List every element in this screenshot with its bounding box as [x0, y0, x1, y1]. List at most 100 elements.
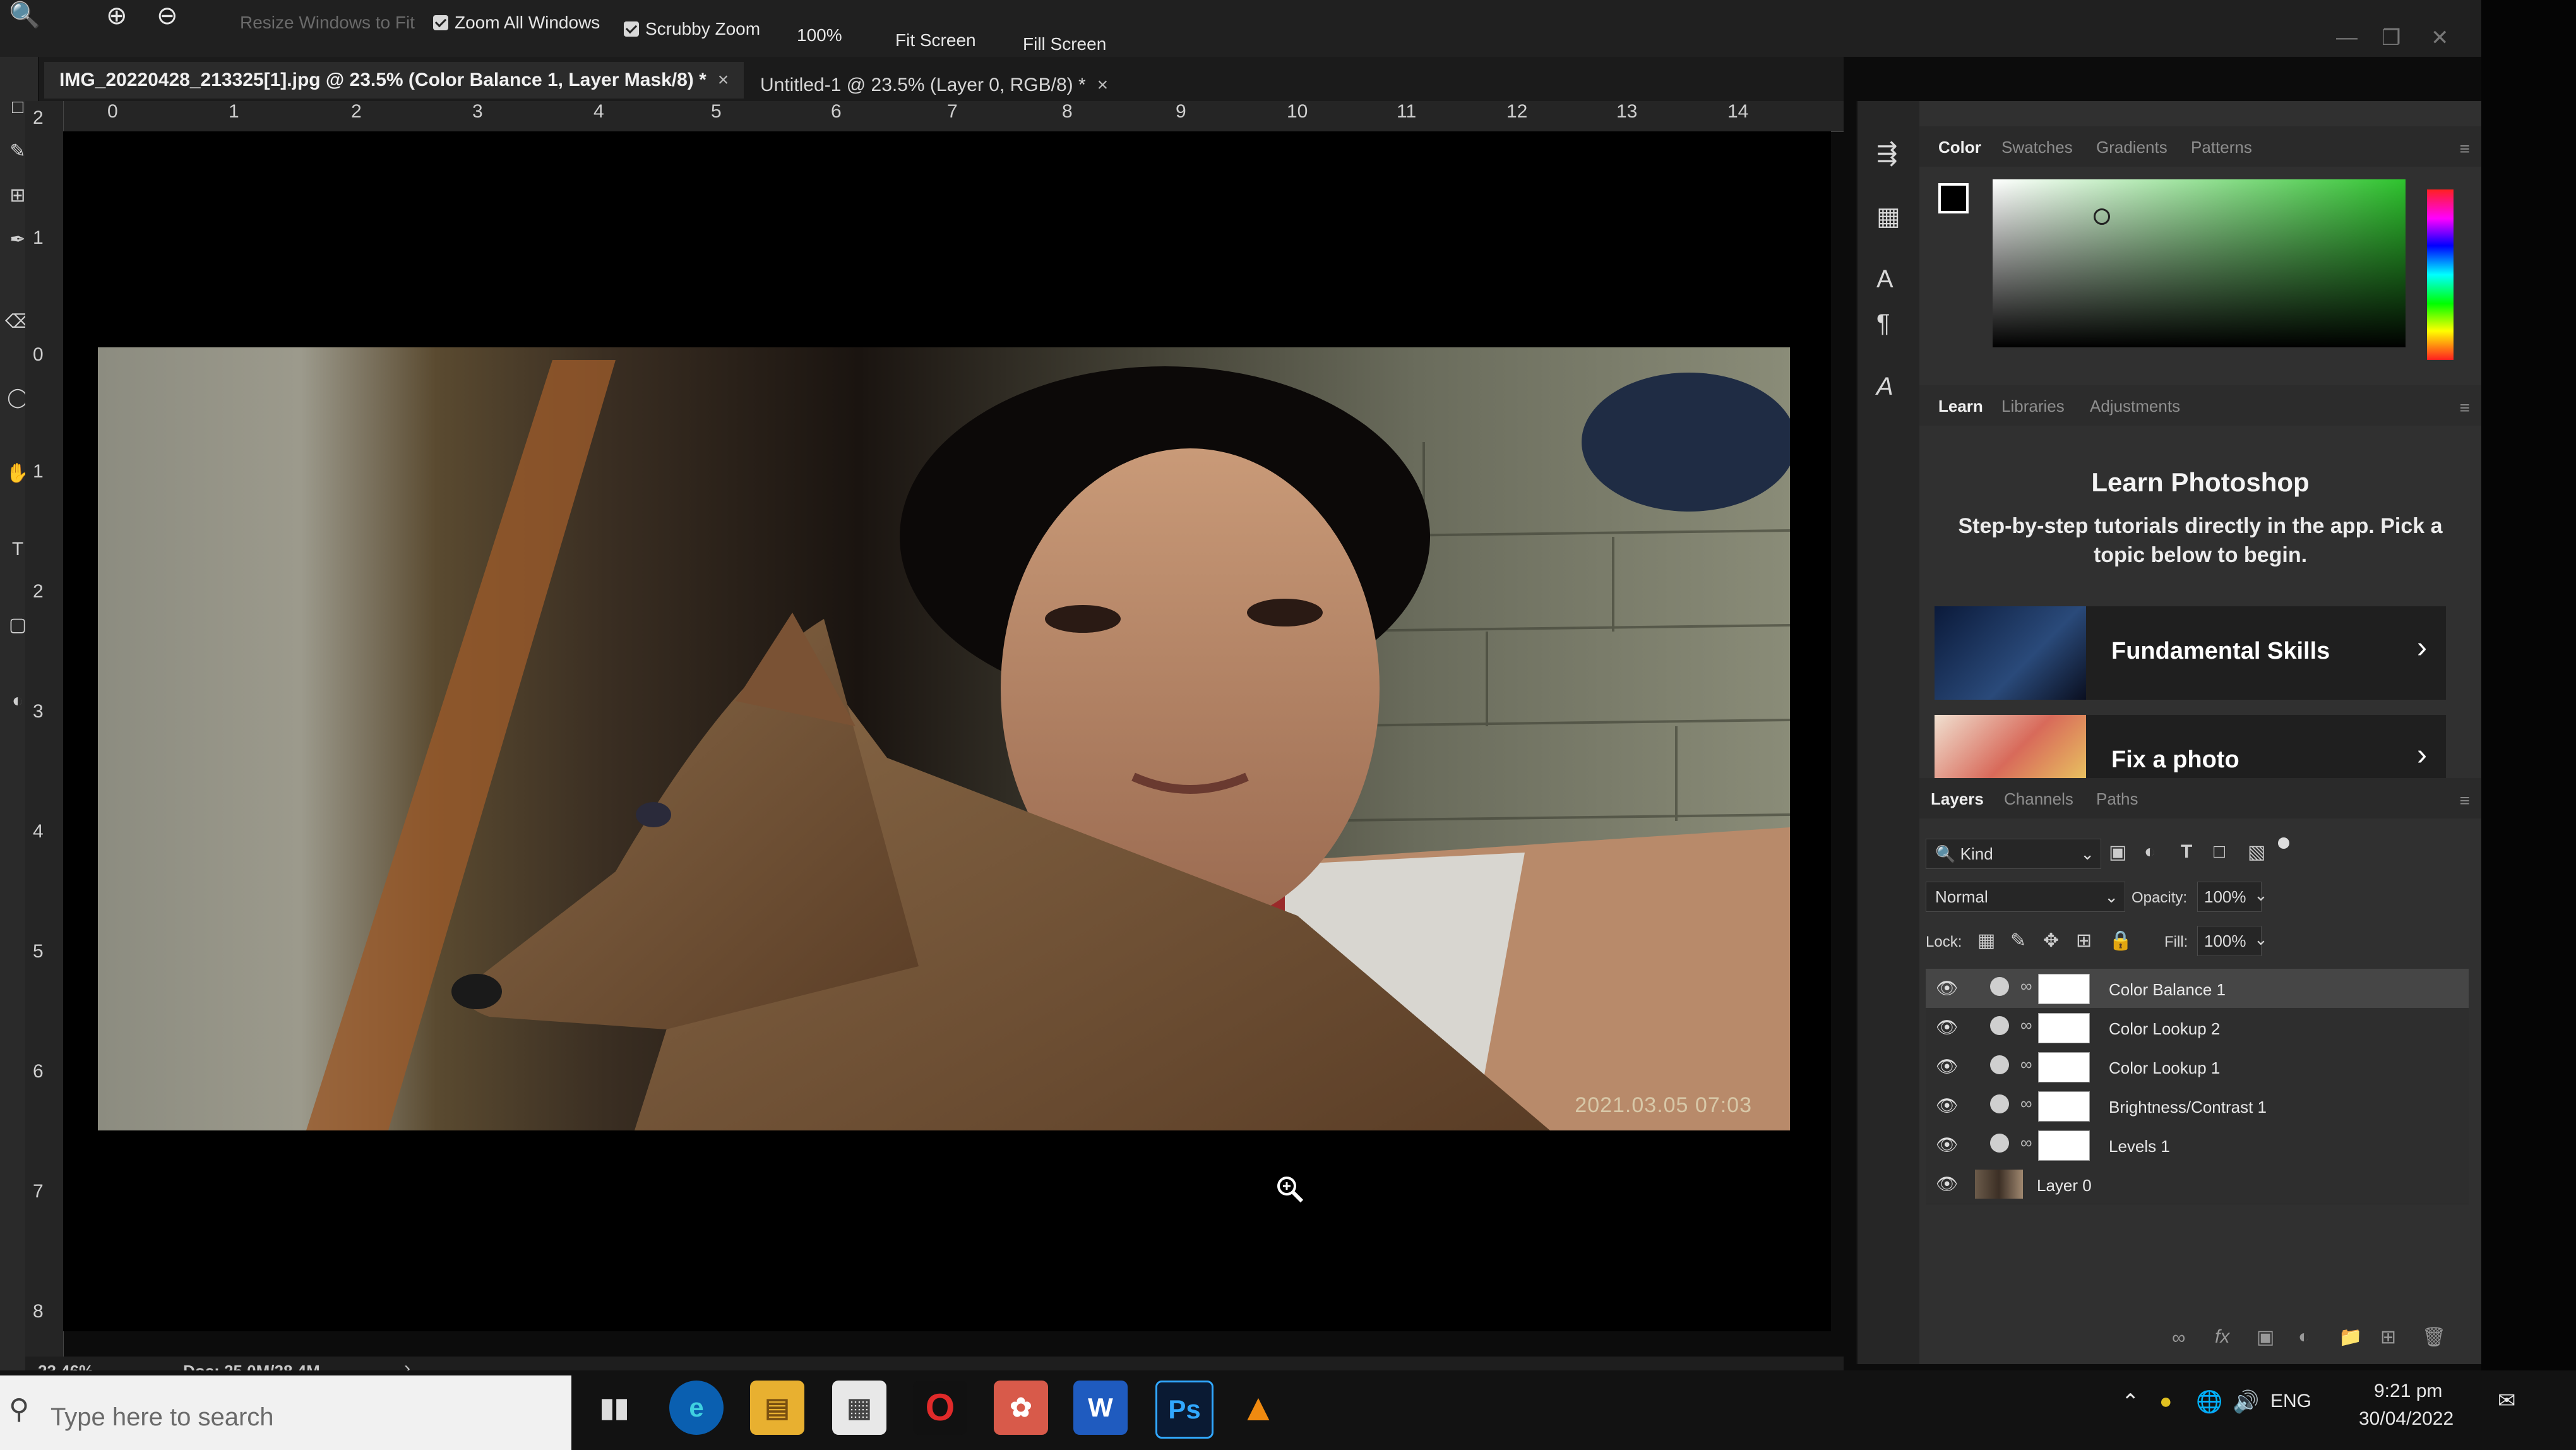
chain-link-icon[interactable]: ∞ [2020, 1016, 2032, 1035]
chain-link-icon[interactable]: ∞ [2020, 1055, 2032, 1074]
clock-time[interactable]: 9:21 pm [2374, 1381, 2442, 1402]
visibility-eye-icon[interactable]: 👁 [1936, 1017, 1959, 1038]
tab-img-20220428[interactable]: IMG_20220428_213325[1].jpg @ 23.5% (Colo… [44, 62, 744, 99]
chain-link-icon[interactable]: ∞ [2020, 1094, 2032, 1113]
close-tab-icon[interactable]: × [718, 69, 729, 90]
paragraph-icon[interactable]: ¶ [1876, 309, 1890, 338]
tab-patterns[interactable]: Patterns [2191, 138, 2252, 157]
edge-icon[interactable]: e [669, 1381, 724, 1435]
tab-color[interactable]: Color [1938, 138, 1981, 157]
zoom-100-button[interactable]: 100% [797, 25, 842, 45]
fx-icon[interactable]: fx [2215, 1326, 2229, 1348]
character-icon[interactable]: A [1876, 265, 1893, 294]
visibility-eye-icon[interactable]: 👁 [1936, 978, 1959, 998]
tab-paths[interactable]: Paths [2096, 789, 2138, 809]
layer-row-brightness-contrast-1[interactable]: 👁 ∞ Brightness/Contrast 1 [1926, 1086, 2469, 1126]
layer-mask-thumbnail[interactable] [2038, 1091, 2090, 1122]
lock-position-icon[interactable]: ✥ [2043, 930, 2059, 952]
opacity-input[interactable]: 100% [2197, 882, 2262, 912]
filter-adjustment-icon[interactable]: ◐ [2144, 841, 2156, 863]
layer-row-color-lookup-2[interactable]: 👁 ∞ Color Lookup 2 [1926, 1008, 2469, 1048]
card-fix-a-photo[interactable]: Fix a photo › [1935, 715, 2446, 778]
filter-smartobject-icon[interactable]: ▧ [2248, 841, 2265, 863]
glyphs-icon[interactable]: A [1876, 373, 1893, 401]
fill-screen-button[interactable]: Fill Screen [1023, 34, 1106, 54]
minimize-icon[interactable]: — [2336, 25, 2358, 50]
visibility-eye-icon[interactable]: 👁 [1936, 1134, 1959, 1155]
language-indicator[interactable]: ENG [2270, 1391, 2311, 1412]
filter-toggle-icon[interactable] [2278, 837, 2289, 849]
properties-icon[interactable]: ▦ [1876, 202, 1900, 231]
lock-transparent-icon[interactable]: ▦ [1977, 930, 1995, 952]
card-fundamental-skills[interactable]: Fundamental Skills › [1935, 606, 2446, 700]
clock-date[interactable]: 30/04/2022 [2359, 1408, 2454, 1430]
chain-link-icon[interactable]: ∞ [2020, 976, 2032, 996]
visibility-eye-icon[interactable]: 👁 [1936, 1095, 1959, 1116]
zoom-all-windows-checkbox[interactable]: Zoom All Windows [433, 13, 600, 33]
tab-channels[interactable]: Channels [2004, 789, 2073, 809]
history-icon[interactable]: ⇶ [1876, 139, 1898, 168]
add-mask-icon[interactable]: ▣ [2257, 1326, 2274, 1348]
document-photo[interactable]: 2021.03.05 07:03 [98, 347, 1790, 1130]
layer-row-levels-1[interactable]: 👁 ∞ Levels 1 [1926, 1125, 2469, 1165]
foreground-color-swatch[interactable] [1938, 183, 1969, 213]
tab-adjustments[interactable]: Adjustments [2090, 397, 2180, 416]
photoshop-icon[interactable]: Ps [1155, 1381, 1213, 1439]
zoom-tool-icon[interactable]: 🔍 [9, 0, 40, 30]
volume-icon[interactable]: 🔊 [2233, 1389, 2259, 1415]
resize-windows-checkbox[interactable]: Resize Windows to Fit [240, 13, 415, 33]
link-layers-icon[interactable]: ∞ [2172, 1327, 2185, 1349]
store-icon[interactable]: ▦ [832, 1381, 886, 1435]
layer-row-layer-0[interactable]: 👁 Layer 0 [1926, 1165, 2469, 1204]
new-layer-icon[interactable]: ⊞ [2380, 1326, 2396, 1348]
panel-menu-icon[interactable]: ≡ [2460, 791, 2470, 811]
color-field[interactable] [1993, 179, 2406, 347]
chevron-down-icon[interactable]: ⌄ [2254, 885, 2268, 905]
tab-swatches[interactable]: Swatches [2001, 138, 2073, 157]
paint-app-icon[interactable]: ✿ [994, 1381, 1048, 1435]
chain-link-icon[interactable]: ∞ [2020, 1133, 2032, 1153]
tab-layers[interactable]: Layers [1931, 789, 1984, 809]
layer-mask-thumbnail[interactable] [2038, 1130, 2090, 1161]
filter-shape-icon[interactable]: □ [2214, 841, 2225, 863]
word-icon[interactable]: W [1073, 1381, 1128, 1435]
chevron-up-icon[interactable]: ⌃ [2121, 1389, 2140, 1415]
notifications-icon[interactable]: ✉ [2498, 1388, 2516, 1413]
tab-libraries[interactable]: Libraries [2001, 397, 2065, 416]
delete-layer-icon[interactable]: 🗑 [2422, 1326, 2446, 1348]
panel-menu-icon[interactable]: ≡ [2460, 139, 2470, 159]
lock-artboard-icon[interactable]: ⊞ [2076, 930, 2092, 952]
layer-mask-thumbnail[interactable] [2038, 1052, 2090, 1082]
restore-icon[interactable]: ❐ [2382, 25, 2400, 51]
tab-gradients[interactable]: Gradients [2096, 138, 2168, 157]
tab-learn[interactable]: Learn [1938, 397, 1983, 416]
norton-icon[interactable]: ● [2159, 1389, 2173, 1414]
lock-image-icon[interactable]: ✎ [2010, 930, 2026, 952]
chevron-down-icon[interactable]: ⌄ [2254, 930, 2268, 949]
fit-screen-button[interactable]: Fit Screen [895, 30, 976, 51]
close-window-icon[interactable]: ✕ [2431, 25, 2449, 51]
layer-row-color-lookup-1[interactable]: 👁 ∞ Color Lookup 1 [1926, 1047, 2469, 1087]
close-tab-icon[interactable]: × [1097, 75, 1109, 95]
scrubby-zoom-checkbox[interactable]: Scrubby Zoom [624, 19, 760, 39]
layer-filter-select[interactable]: 🔍 Kind ⌄ [1926, 839, 2101, 869]
layer-mask-thumbnail[interactable] [2038, 974, 2090, 1004]
visibility-eye-icon[interactable]: 👁 [1936, 1056, 1959, 1077]
zoom-out-icon[interactable]: ⊖ [157, 1, 178, 30]
visibility-eye-icon[interactable]: 👁 [1936, 1173, 1959, 1194]
opera-icon[interactable]: O [913, 1381, 967, 1435]
filter-type-icon[interactable]: T [2181, 841, 2192, 863]
vlc-icon[interactable]: ▲ [1231, 1381, 1285, 1435]
new-adjustment-icon[interactable]: ◐ [2298, 1326, 2310, 1348]
file-explorer-icon[interactable]: ▤ [750, 1381, 804, 1435]
panel-menu-icon[interactable]: ≡ [2460, 398, 2470, 418]
lock-all-icon[interactable]: 🔒 [2109, 930, 2132, 952]
fill-input[interactable]: 100% [2197, 926, 2262, 956]
layer-row-color-balance-1[interactable]: 👁 ∞ Color Balance 1 [1926, 969, 2469, 1009]
new-group-icon[interactable]: 📁 [2339, 1326, 2362, 1348]
layer-mask-thumbnail[interactable] [2038, 1013, 2090, 1043]
network-icon[interactable]: 🌐 [2196, 1389, 2222, 1415]
task-view-icon[interactable]: ▮▮ [587, 1381, 641, 1435]
layer-thumbnail[interactable] [1975, 1170, 2023, 1199]
hue-slider[interactable] [2427, 189, 2454, 360]
